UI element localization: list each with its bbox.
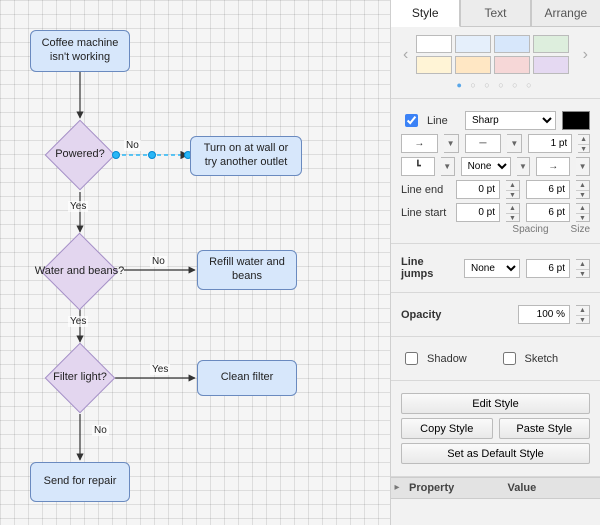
line-jumps-section: Line jumps None ▲▼ [391, 244, 600, 293]
size-column-label: Size [571, 224, 590, 235]
properties-header[interactable]: ▸ Property Value [391, 477, 600, 499]
edge-label[interactable]: Yes [68, 201, 88, 212]
stepper[interactable]: ▲▼ [506, 180, 520, 199]
sketch-label: Sketch [525, 353, 591, 365]
shadow-checkbox[interactable] [405, 352, 418, 365]
expand-icon[interactable]: ▸ [391, 478, 403, 498]
swatch-grid [416, 35, 574, 74]
edit-style-button[interactable]: Edit Style [401, 393, 590, 414]
dropdown-icon[interactable]: ▼ [507, 134, 522, 153]
node-label: Refill water and beans [204, 256, 290, 284]
node-label: Coffee machine isn't working [37, 37, 123, 65]
edge-label[interactable]: No [150, 256, 167, 267]
line-jumps-label: Line jumps [401, 256, 458, 280]
swatch[interactable] [455, 56, 491, 74]
swatch[interactable] [455, 35, 491, 53]
edge-label[interactable]: No [92, 425, 109, 436]
line-color-well[interactable] [562, 111, 590, 130]
swatch[interactable] [416, 35, 452, 53]
spacing-column-label: Spacing [512, 224, 548, 235]
edge-midpoint-handle[interactable] [148, 151, 156, 159]
line-label: Line [427, 115, 459, 127]
node-label: Filter light? [53, 371, 107, 385]
stepper[interactable]: ▲▼ [576, 203, 590, 222]
line-enabled-checkbox[interactable] [405, 114, 418, 127]
effects-section: Shadow Sketch [391, 337, 600, 381]
edge-label[interactable]: Yes [150, 364, 170, 375]
stepper[interactable]: ▲▼ [576, 180, 590, 199]
swatch-prev-icon[interactable]: ‹ [401, 46, 410, 64]
style-swatches-section: ‹ › ● ○ ○ ○ ○ ○ [391, 27, 600, 99]
node-clean-filter[interactable]: Clean filter [197, 360, 297, 396]
arrow-end-picker[interactable]: → [401, 134, 438, 153]
node-send-repair[interactable]: Send for repair [30, 462, 130, 502]
line-end-spacing-input[interactable] [456, 180, 500, 199]
node-refill[interactable]: Refill water and beans [197, 250, 297, 290]
line-start-size-input[interactable] [526, 203, 570, 222]
stepper[interactable]: ▲▼ [506, 203, 520, 222]
swatch-page-dots[interactable]: ● ○ ○ ○ ○ ○ [401, 80, 590, 90]
line-start-label: Line start [401, 207, 450, 219]
edge-endpoint-handle[interactable] [112, 151, 120, 159]
dropdown-icon[interactable]: ▼ [444, 134, 459, 153]
node-label: Powered? [55, 148, 105, 162]
tab-style[interactable]: Style [391, 0, 460, 27]
diagram-canvas[interactable]: Coffee machine isn't working Powered? Tu… [0, 0, 390, 525]
connector-shape-picker[interactable]: ┗ [401, 157, 435, 176]
copy-style-button[interactable]: Copy Style [401, 418, 493, 439]
opacity-input[interactable] [518, 305, 570, 324]
swatch[interactable] [494, 35, 530, 53]
property-column-header: Property [403, 478, 502, 498]
arrow-start-picker[interactable]: → [536, 157, 570, 176]
swatch-next-icon[interactable]: › [581, 46, 590, 64]
node-wall-outlet[interactable]: Turn on at wall or try another outlet [190, 136, 302, 176]
dropdown-icon[interactable]: ▼ [441, 157, 455, 176]
edge-label[interactable]: No [124, 140, 141, 151]
node-label: Water and beans? [35, 265, 124, 279]
line-start-spacing-input[interactable] [456, 203, 500, 222]
paste-style-button[interactable]: Paste Style [499, 418, 591, 439]
waypoint-select[interactable]: None [461, 157, 511, 176]
line-dash-picker[interactable]: ─ [465, 134, 502, 153]
node-label: Send for repair [44, 475, 117, 489]
set-default-style-button[interactable]: Set as Default Style [401, 443, 590, 464]
stepper[interactable]: ▲▼ [578, 134, 590, 153]
stepper[interactable]: ▲▼ [576, 305, 590, 324]
dropdown-icon[interactable]: ▼ [517, 157, 531, 176]
sketch-checkbox[interactable] [503, 352, 516, 365]
line-section: Line Sharp →▼ ─▼ ▲▼ ┗▼ None▼ →▼ Line end… [391, 99, 600, 244]
opacity-section: Opacity ▲▼ [391, 293, 600, 337]
node-label: Turn on at wall or try another outlet [197, 142, 295, 170]
line-end-size-input[interactable] [526, 180, 570, 199]
panel-tabs: Style Text Arrange [391, 0, 600, 27]
opacity-label: Opacity [401, 309, 512, 321]
node-start[interactable]: Coffee machine isn't working [30, 30, 130, 72]
style-actions-section: Edit Style Copy Style Paste Style Set as… [391, 381, 600, 477]
shadow-label: Shadow [427, 353, 493, 365]
node-label: Clean filter [221, 371, 274, 385]
value-column-header: Value [502, 478, 600, 498]
stepper[interactable]: ▲▼ [576, 259, 590, 278]
line-width-input[interactable] [528, 134, 572, 153]
swatch[interactable] [494, 56, 530, 74]
edge-label[interactable]: Yes [68, 316, 88, 327]
tab-arrange[interactable]: Arrange [531, 0, 600, 27]
swatch[interactable] [416, 56, 452, 74]
swatch[interactable] [533, 35, 569, 53]
line-jumps-size-input[interactable] [526, 259, 570, 278]
swatch[interactable] [533, 56, 569, 74]
tab-text[interactable]: Text [460, 0, 530, 27]
format-panel: Style Text Arrange ‹ › ● ○ ○ ○ ○ ○ Line [390, 0, 600, 525]
line-style-select[interactable]: Sharp [465, 111, 556, 130]
dropdown-icon[interactable]: ▼ [576, 157, 590, 176]
line-end-label: Line end [401, 184, 450, 196]
line-jumps-select[interactable]: None [464, 259, 520, 278]
